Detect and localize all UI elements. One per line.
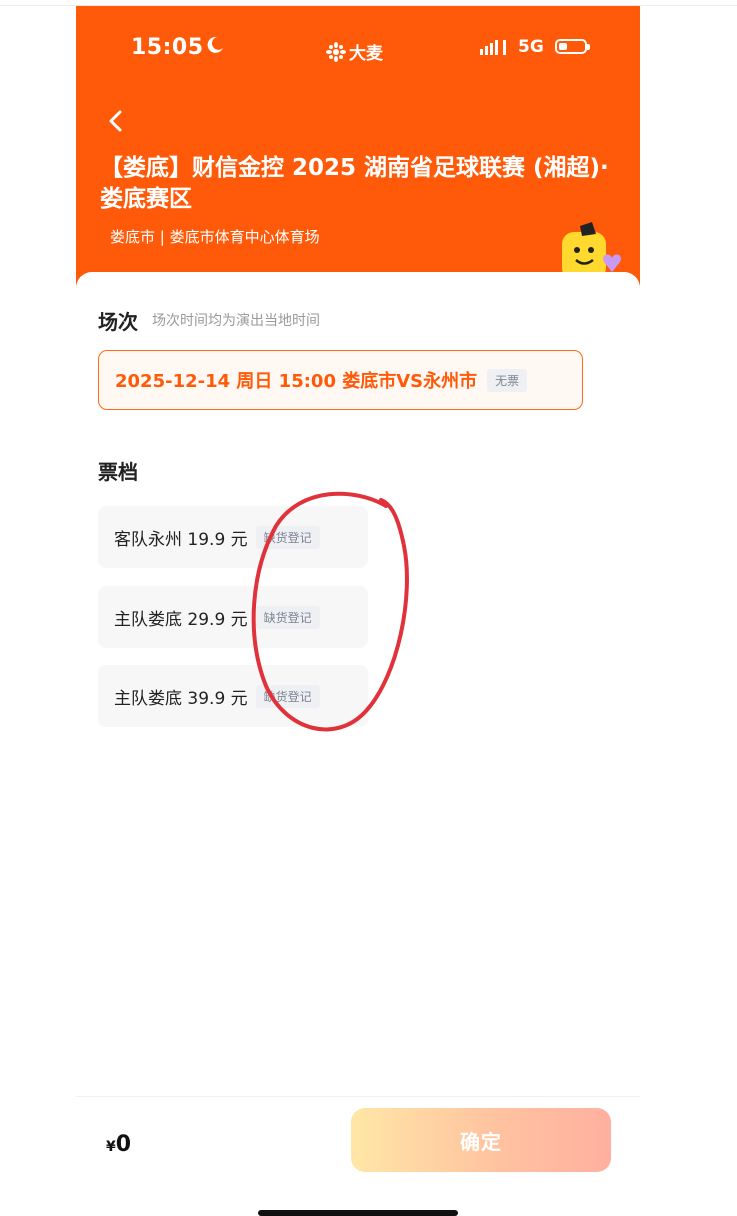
sold-out-badge: 无票	[487, 368, 528, 392]
back-arrow-icon[interactable]	[102, 106, 132, 136]
tier-label: 主队娄底 39.9 元	[114, 688, 248, 709]
moon-icon	[207, 36, 223, 53]
confirm-button[interactable]: 确定	[351, 1108, 611, 1172]
brand-name: 大麦	[349, 44, 383, 64]
tier-heading: 票档	[98, 460, 138, 484]
signal-icon	[480, 40, 506, 55]
battery-icon	[555, 39, 590, 54]
event-venue: 娄底市 | 娄底市体育中心体育场	[110, 228, 320, 246]
session-option[interactable]: 2025-12-14 周日 15:00 娄底市VS永州市 无票	[98, 350, 583, 410]
footer-divider	[76, 1096, 640, 1097]
session-option-label: 2025-12-14 周日 15:00 娄底市VS永州市	[115, 371, 478, 392]
brand-logo: 大麦	[326, 39, 383, 64]
currency-symbol: ¥	[106, 1139, 116, 1155]
tier-label: 主队娄底 29.9 元	[114, 609, 248, 630]
event-title: 【娄底】财信金控 2025 湖南省足球联赛 (湘超)· 娄底赛区	[100, 155, 609, 212]
total-price: ¥0	[106, 1132, 131, 1157]
session-heading: 场次	[98, 310, 138, 334]
header: 15:05 大麦 5G 【娄底】财信金控 2025 湖南省足球联赛 (湘超)· …	[76, 6, 640, 298]
status-time: 15:05	[131, 35, 204, 60]
brand-flower-icon	[326, 41, 346, 62]
home-indicator	[258, 1210, 458, 1216]
phone-screen: 15:05 大麦 5G 【娄底】财信金控 2025 湖南省足球联赛 (湘超)· …	[76, 6, 640, 1216]
tier-label: 客队永州 19.9 元	[114, 529, 248, 550]
price-amount: 0	[115, 1132, 132, 1157]
red-annotation-circle	[251, 491, 409, 732]
network-type: 5G	[518, 37, 544, 57]
session-note: 场次时间均为演出当地时间	[152, 313, 320, 329]
